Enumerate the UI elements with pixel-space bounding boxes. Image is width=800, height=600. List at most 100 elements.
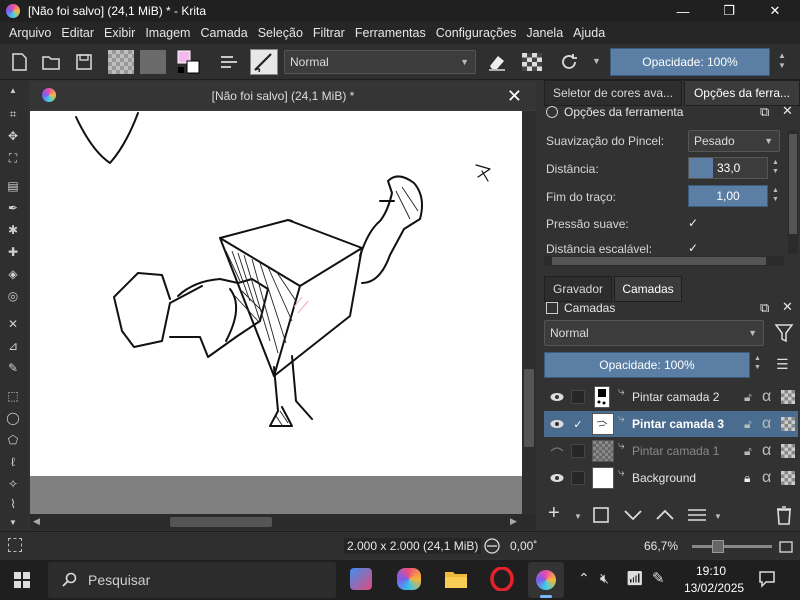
zoom-value[interactable]: 66,7% [644,539,678,553]
rotation-icon[interactable] [482,538,502,554]
delete-layer-icon[interactable] [774,504,794,526]
chevron-down-icon[interactable]: ▼ [592,56,601,66]
selection-mode-icon[interactable] [8,538,22,552]
open-folder-icon[interactable] [40,51,62,73]
menu-configuracoes[interactable]: Configurações [431,26,522,40]
layer-menu-icon[interactable]: ☰ [776,356,789,373]
wifi-icon[interactable]: 📶︎ [626,570,644,587]
tab-layers[interactable]: Camadas [614,276,682,302]
menu-editar[interactable]: Editar [56,26,99,40]
float-dock-icon[interactable]: ⧉ [760,300,769,316]
clock-date[interactable]: 13/02/2025 [684,581,744,595]
move-layer-down-icon[interactable] [622,506,644,524]
layer-properties-icon[interactable] [686,506,708,524]
taskbar-search[interactable]: Pesquisar [48,562,336,598]
scroll-right-icon[interactable]: ▶ [510,516,517,527]
menu-camada[interactable]: Camada [195,26,252,40]
chevron-down-icon[interactable]: ▼ [574,512,582,521]
layer-checkbox[interactable] [571,471,585,485]
scalable-distance-checkbox[interactable]: ✓ [688,241,700,255]
brush-preset-icon[interactable] [250,49,278,75]
colorize-icon[interactable]: ✱ [5,222,21,238]
measure-icon[interactable]: ⊿ [5,338,21,354]
unlocked-icon[interactable]: 🔓︎ [744,417,752,432]
preserve-alpha-icon[interactable] [522,53,542,71]
vertical-scrollbar[interactable] [522,111,536,514]
close-dock-icon[interactable]: ✕ [782,103,793,119]
opera-browser-icon[interactable] [490,567,514,591]
layer-blend-mode-select[interactable]: Normal ▼ [544,320,764,346]
assistant-tool-icon[interactable]: ✕ [5,316,21,332]
menu-arquivo[interactable]: Arquivo [4,26,56,40]
add-layer-icon[interactable]: + [548,502,560,525]
duplicate-layer-icon[interactable] [592,506,612,524]
smooth-pressure-checkbox[interactable]: ✓ [688,216,700,230]
alpha-lock-icon[interactable]: α [762,415,771,433]
eye-icon[interactable] [550,473,564,483]
magic-wand-icon[interactable]: ✧ [5,476,21,492]
menu-janela[interactable]: Janela [521,26,568,40]
inherit-alpha-icon[interactable] [781,417,795,431]
drawing-canvas[interactable] [30,111,522,476]
notifications-icon[interactable] [758,570,776,588]
store-app-icon[interactable] [350,568,372,590]
windows-start-icon[interactable] [14,572,30,588]
speaker-muted-icon[interactable]: 🔇︎ [600,570,609,587]
menu-exibir[interactable]: Exibir [99,26,140,40]
alpha-lock-icon[interactable]: α [762,442,771,460]
menu-ferramentas[interactable]: Ferramentas [350,26,431,40]
fill-bucket-icon[interactable]: ◈ [5,266,21,282]
new-document-icon[interactable] [8,51,30,73]
crop-icon[interactable]: ⛶ [5,150,21,166]
distance-slider[interactable]: 33,0 [688,157,768,179]
lock-icon[interactable]: 🔒︎ [744,471,750,486]
scrollbar-thumb[interactable] [170,517,272,527]
float-dock-icon[interactable]: ⧉ [760,104,769,120]
layer-checkbox[interactable] [571,390,585,404]
bezier-select-icon[interactable]: ⌇ [5,496,21,512]
maximize-button[interactable]: ❐ [706,0,752,22]
tray-chevron-up-icon[interactable]: ⌃ [578,570,590,587]
layer-row[interactable]: ✓ ⤷ Pintar camada 3 🔓︎ α [544,411,798,437]
close-dock-icon[interactable]: ✕ [782,299,793,315]
scroll-up-icon[interactable]: ▲ [5,82,21,98]
alpha-lock-icon[interactable]: α [762,388,771,406]
eraser-icon[interactable] [486,51,508,73]
scroll-left-icon[interactable]: ◀ [33,516,40,527]
alpha-lock-icon[interactable]: α [762,469,771,487]
reference-images-icon[interactable]: ✎ [5,360,21,376]
move-icon[interactable]: ✥ [5,128,21,144]
eye-icon[interactable] [550,419,564,429]
save-icon[interactable] [73,51,95,73]
zoom-slider[interactable] [692,545,772,548]
scrollbar-thumb[interactable] [524,369,534,447]
layer-checkbox[interactable] [571,444,585,458]
canvas-only-icon[interactable] [778,539,794,555]
tool-options-hscrollbar[interactable] [544,256,784,266]
chevron-down-icon[interactable]: ▼ [714,512,722,521]
layer-checkbox[interactable]: ✓ [571,417,585,431]
tab-advanced-color-selector[interactable]: Seletor de cores ava... [544,80,682,106]
layer-row[interactable]: ⤷ Pintar camada 1 🔓︎ α [544,438,798,464]
eye-icon[interactable] [550,392,564,402]
zoom-slider-handle[interactable] [712,540,724,553]
blend-mode-select[interactable]: Normal ▼ [284,50,476,74]
stroke-end-slider[interactable]: 1,00 [688,185,768,207]
ellipse-select-icon[interactable]: ◯ [5,410,21,426]
reload-preset-icon[interactable] [558,51,580,73]
move-layer-up-icon[interactable] [654,506,676,524]
menu-imagem[interactable]: Imagem [140,26,195,40]
pen-menu-icon[interactable]: ✎ [652,569,665,587]
opacity-slider[interactable]: Opacidade: 100% [610,48,770,76]
clock-time[interactable]: 19:10 [696,564,726,578]
eyedropper-icon[interactable]: ✒ [5,200,21,216]
eye-hidden-icon[interactable] [550,446,564,456]
layer-row[interactable]: ⤷ Pintar camada 2 🔓︎ α [544,384,798,410]
inherit-alpha-icon[interactable] [781,390,795,404]
unlocked-icon[interactable]: 🔓︎ [744,390,752,405]
tab-recorder[interactable]: Gravador [544,276,612,302]
brush-smoothing-select[interactable]: Pesado ▼ [688,130,780,152]
layer-row[interactable]: ⤷ Background 🔒︎ α [544,465,798,491]
layer-opacity-slider[interactable]: Opacidade: 100% [544,352,750,378]
pattern-preset-icon[interactable] [140,50,166,74]
